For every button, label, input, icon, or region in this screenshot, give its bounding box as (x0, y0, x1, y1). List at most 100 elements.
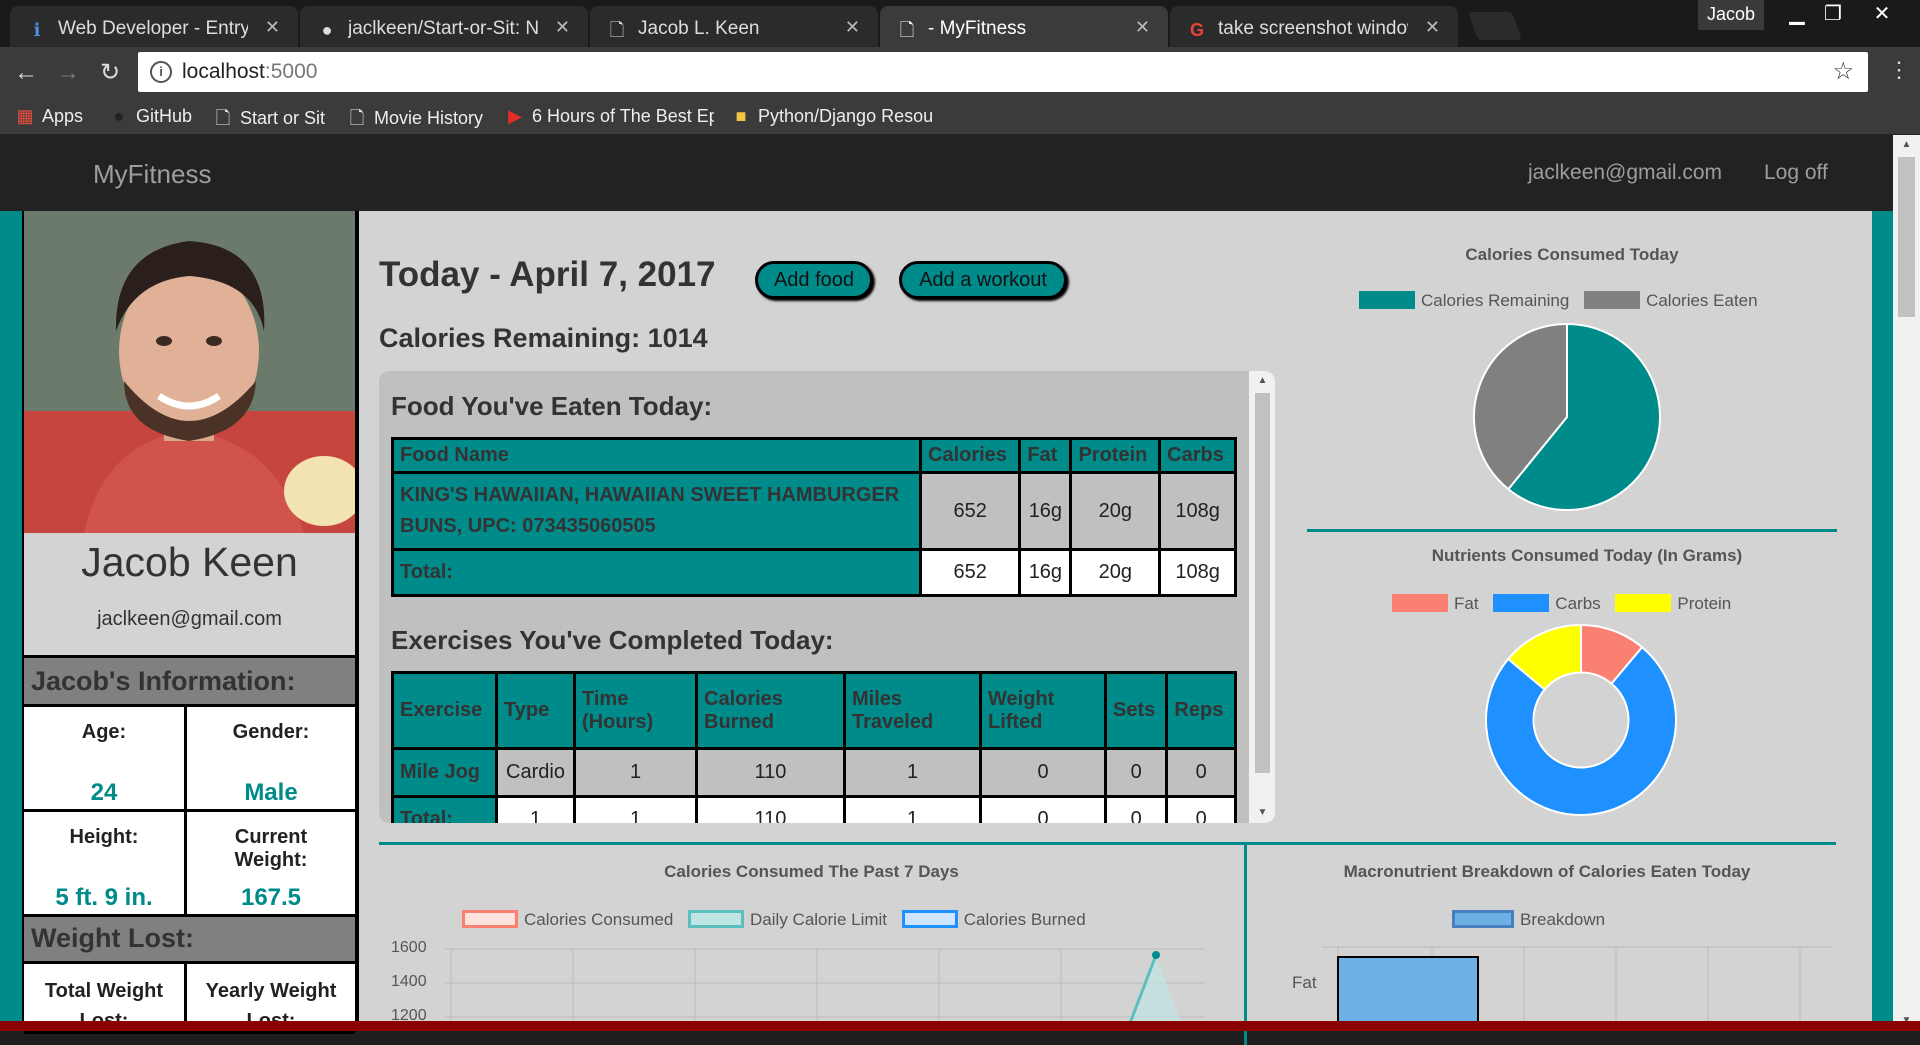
bookmark-apps[interactable]: ▦ Apps (16, 106, 83, 127)
chart-title: Nutrients Consumed Today (In Grams) (1431, 546, 1743, 565)
bookmarks-bar: ▦ Apps ● GitHub 🗋 Start or Sit 🗋 Movie Histo… (0, 99, 1920, 135)
scroll-up-icon[interactable]: ▲ (1893, 135, 1920, 155)
divider (1307, 529, 1837, 532)
calories-pie-chart (1473, 322, 1661, 511)
scroll-down-icon[interactable]: ▼ (1249, 803, 1275, 823)
legend-swatch (688, 910, 745, 928)
scroll-up-icon[interactable]: ▲ (1249, 371, 1275, 391)
height-cell: Height: 5 ft. 9 in. (24, 812, 187, 917)
scrollbar[interactable]: ▲ ▼ (1249, 371, 1275, 823)
col-header: Protein (1069, 437, 1162, 474)
weight-cell: Current Weight: 167.5 (187, 812, 355, 917)
col-header: Calories Burned (695, 671, 846, 750)
add-food-button[interactable]: Add food (755, 261, 873, 299)
new-tab-button[interactable] (1467, 12, 1523, 40)
folder-icon: ■ (735, 106, 747, 126)
browser-tab[interactable]: ℹ Web Developer - Entry Le ✕ (10, 6, 298, 47)
info-icon[interactable]: i (150, 61, 172, 83)
weight-value: 167.5 (240, 884, 302, 911)
table-cell: 652 (918, 471, 1022, 551)
chart-legend: Calories Remaining Calories Eaten (1359, 291, 1758, 311)
legend-swatch (901, 910, 958, 928)
table-cell: 0 (979, 747, 1107, 798)
browser-tab[interactable]: ● jaclkeen/Start-or-Sit: Nas ✕ (300, 6, 588, 47)
gender-cell: Gender: Male (187, 707, 355, 812)
legend-swatch (1452, 910, 1514, 928)
document-icon: 🗋 (609, 20, 625, 40)
bookmark-star-icon[interactable]: ☆ (1832, 57, 1854, 86)
line-chart-area: 1600 1400 1200 (385, 935, 1239, 1031)
daily-log-scrollbox[interactable]: Food You've Eaten Today: Food Name Calor… (379, 371, 1275, 823)
table-cell: 108g (1158, 548, 1237, 597)
close-icon[interactable]: ✕ (265, 17, 280, 38)
table-cell: 1 (495, 795, 576, 823)
table-cell: 0 (1165, 795, 1237, 823)
legend-swatch (1584, 291, 1641, 309)
scrollbar-thumb[interactable] (1255, 393, 1270, 773)
legend-label: Calories Remaining (1421, 291, 1570, 310)
gender-value: Male (244, 779, 298, 806)
profile-name: Jacob Keen (81, 539, 298, 585)
bookmark-github[interactable]: ● GitHub (110, 106, 192, 127)
table-cell: 108g (1158, 471, 1237, 551)
browser-tab[interactable]: 🗋 Jacob L. Keen ✕ (590, 6, 878, 47)
reload-icon[interactable]: ↻ (94, 57, 126, 89)
table-cell: 1 (573, 747, 698, 798)
add-workout-button[interactable]: Add a workout (899, 261, 1067, 299)
page-scrollbar[interactable]: ▲ ▼ (1893, 135, 1920, 1031)
bar-fat (1337, 956, 1479, 1031)
content-area: Jacob Keen jaclkeen@gmail.com Jacob's In… (0, 211, 1893, 1045)
back-icon[interactable]: ← (10, 57, 42, 89)
bookmark-start-or-sit[interactable]: 🗋 Start or Sit (214, 106, 325, 136)
table-cell: 1 (843, 747, 982, 798)
tab-title: Web Developer - Entry Le (58, 18, 248, 39)
food-heading: Food You've Eaten Today: (391, 391, 713, 421)
tab-strip: ℹ Web Developer - Entry Le ✕ ● jaclkeen/… (0, 0, 1920, 47)
col-header: Miles Traveled (843, 671, 982, 750)
document-icon: 🗋 (215, 108, 231, 128)
address-bar[interactable]: i localhost:5000 ☆ (138, 52, 1868, 92)
data-point (1152, 951, 1160, 959)
scrollbar-thumb[interactable] (1898, 157, 1915, 317)
nav-user-email[interactable]: jaclkeen@gmail.com (1528, 161, 1722, 185)
table-cell: 20g (1069, 548, 1162, 597)
legend-swatch (1359, 291, 1415, 309)
close-icon[interactable]: ✕ (555, 17, 570, 38)
restore-icon[interactable]: ❐ (1811, 0, 1855, 30)
menu-icon[interactable]: ⋮ (1888, 57, 1910, 83)
bookmark-folder-python-django[interactable]: ■ Python/Django Resou (732, 106, 940, 127)
chart-title: Macronutrient Breakdown of Calories Eate… (1343, 862, 1751, 881)
col-header: Sets (1103, 671, 1169, 750)
profile-photo (24, 211, 355, 533)
close-icon[interactable]: ✕ (1425, 17, 1440, 38)
bookmark-label: Movie History (374, 108, 484, 128)
line-chart-svg (445, 948, 1205, 1031)
height-label: Height: (69, 826, 139, 848)
info-heading: Jacob's Information: (24, 655, 355, 707)
divider (379, 842, 1836, 845)
page-title: Today - April 7, 2017 (379, 255, 716, 294)
col-header: Exercise (391, 671, 498, 750)
legend-swatch (1615, 594, 1672, 612)
browser-tab-active[interactable]: 🗋 - MyFitness ✕ (880, 6, 1168, 47)
tab-title: jaclkeen/Start-or-Sit: Nas (348, 18, 538, 39)
logoff-link[interactable]: Log off (1764, 161, 1828, 185)
forward-icon[interactable]: → (52, 57, 84, 89)
legend-label: Fat (1454, 594, 1479, 613)
profile-button[interactable]: Jacob (1698, 0, 1764, 30)
bookmark-movie-history[interactable]: 🗋 Movie History (348, 106, 483, 136)
tab-title: take screenshot windows (1218, 18, 1408, 39)
close-icon[interactable]: ✕ (845, 17, 860, 38)
table-cell: Cardio (495, 747, 576, 798)
site-navbar: MyFitness jaclkeen@gmail.com Log off (0, 135, 1893, 211)
browser-tab[interactable]: G take screenshot windows ✕ (1170, 6, 1458, 47)
close-icon[interactable]: ✕ (1135, 17, 1150, 38)
legend-label: Protein (1677, 594, 1732, 613)
close-window-icon[interactable]: ✕ (1860, 0, 1904, 30)
bookmark-label: Apps (42, 106, 84, 126)
bookmark-youtube[interactable]: ▶ 6 Hours of The Best Ep (506, 106, 714, 127)
age-cell: Age: 24 (24, 707, 187, 812)
nutrients-donut-chart (1485, 623, 1677, 816)
document-icon: 🗋 (349, 108, 365, 128)
site-brand[interactable]: MyFitness (93, 159, 211, 190)
